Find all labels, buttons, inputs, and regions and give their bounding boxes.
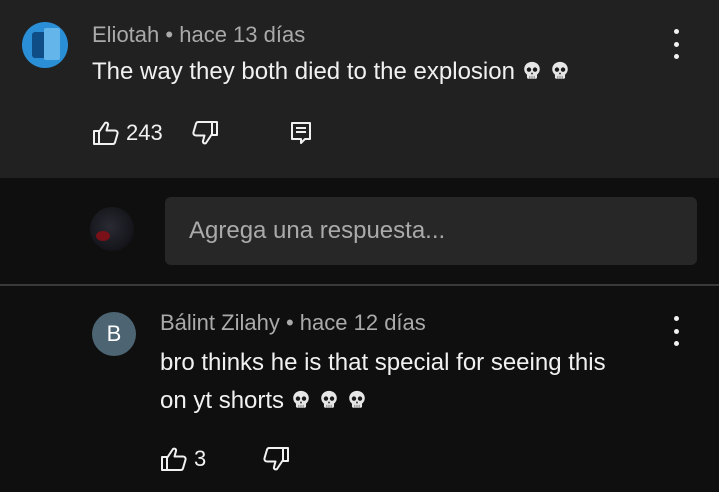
skull-emoji-icon (290, 385, 312, 408)
skull-emoji-icon (318, 385, 340, 408)
dot (673, 341, 679, 346)
comment-body: bro thinks he is that special for seeing… (160, 344, 660, 420)
comment-text-line: on yt shorts (160, 387, 285, 414)
like-count: 3 (194, 446, 207, 471)
like-count: 243 (126, 120, 163, 145)
comments-screen: Eliotah • hace 13 días The way they both… (0, 0, 719, 492)
dot (673, 54, 679, 59)
dot (673, 41, 679, 47)
comment-meta: Bálint Zilahy • hace 12 días (160, 310, 426, 336)
comment-timestamp: hace 13 días (179, 22, 306, 47)
author-name[interactable]: Bálint Zilahy (160, 310, 280, 335)
more-vert-icon[interactable] (666, 29, 686, 59)
comment-actions: 3 (160, 445, 290, 473)
skull-emoji-icon (549, 60, 571, 82)
comment-thread-highlighted: Eliotah • hace 13 días The way they both… (0, 0, 719, 178)
reply-input[interactable] (165, 197, 697, 265)
skull-emoji-icon (346, 385, 368, 408)
avatar-letter: B (106, 321, 122, 346)
divider (0, 284, 719, 286)
comment-text-line-wrap: on yt shorts (160, 382, 660, 420)
thumb-up-icon[interactable] (160, 445, 188, 473)
comment-body: The way they both died to the explosion (92, 58, 571, 86)
current-user-avatar[interactable] (90, 207, 134, 251)
avatar-art (44, 28, 60, 60)
avatar-art (96, 231, 110, 241)
author-name[interactable]: Eliotah (92, 22, 159, 47)
comment-text: The way they both died to the explosion (92, 58, 515, 85)
comment-timestamp: hace 12 días (299, 310, 426, 335)
dot (673, 316, 679, 321)
skull-emoji-icon (521, 60, 543, 82)
thumb-down-icon[interactable] (262, 445, 290, 473)
dot (673, 29, 679, 34)
comment-actions: 243 (92, 119, 315, 147)
thumb-down-icon[interactable] (191, 119, 219, 147)
comment-meta: Eliotah • hace 13 días (92, 22, 305, 48)
meta-separator: • (285, 310, 294, 335)
avatar[interactable]: B (92, 312, 136, 356)
more-vert-icon[interactable] (666, 316, 686, 346)
meta-separator: • (165, 22, 174, 47)
thumb-up-icon[interactable] (92, 119, 120, 147)
dot (673, 328, 679, 334)
reply-icon[interactable] (287, 119, 315, 147)
avatar[interactable] (22, 22, 68, 68)
comment-text-line: bro thinks he is that special for seeing… (160, 349, 606, 376)
